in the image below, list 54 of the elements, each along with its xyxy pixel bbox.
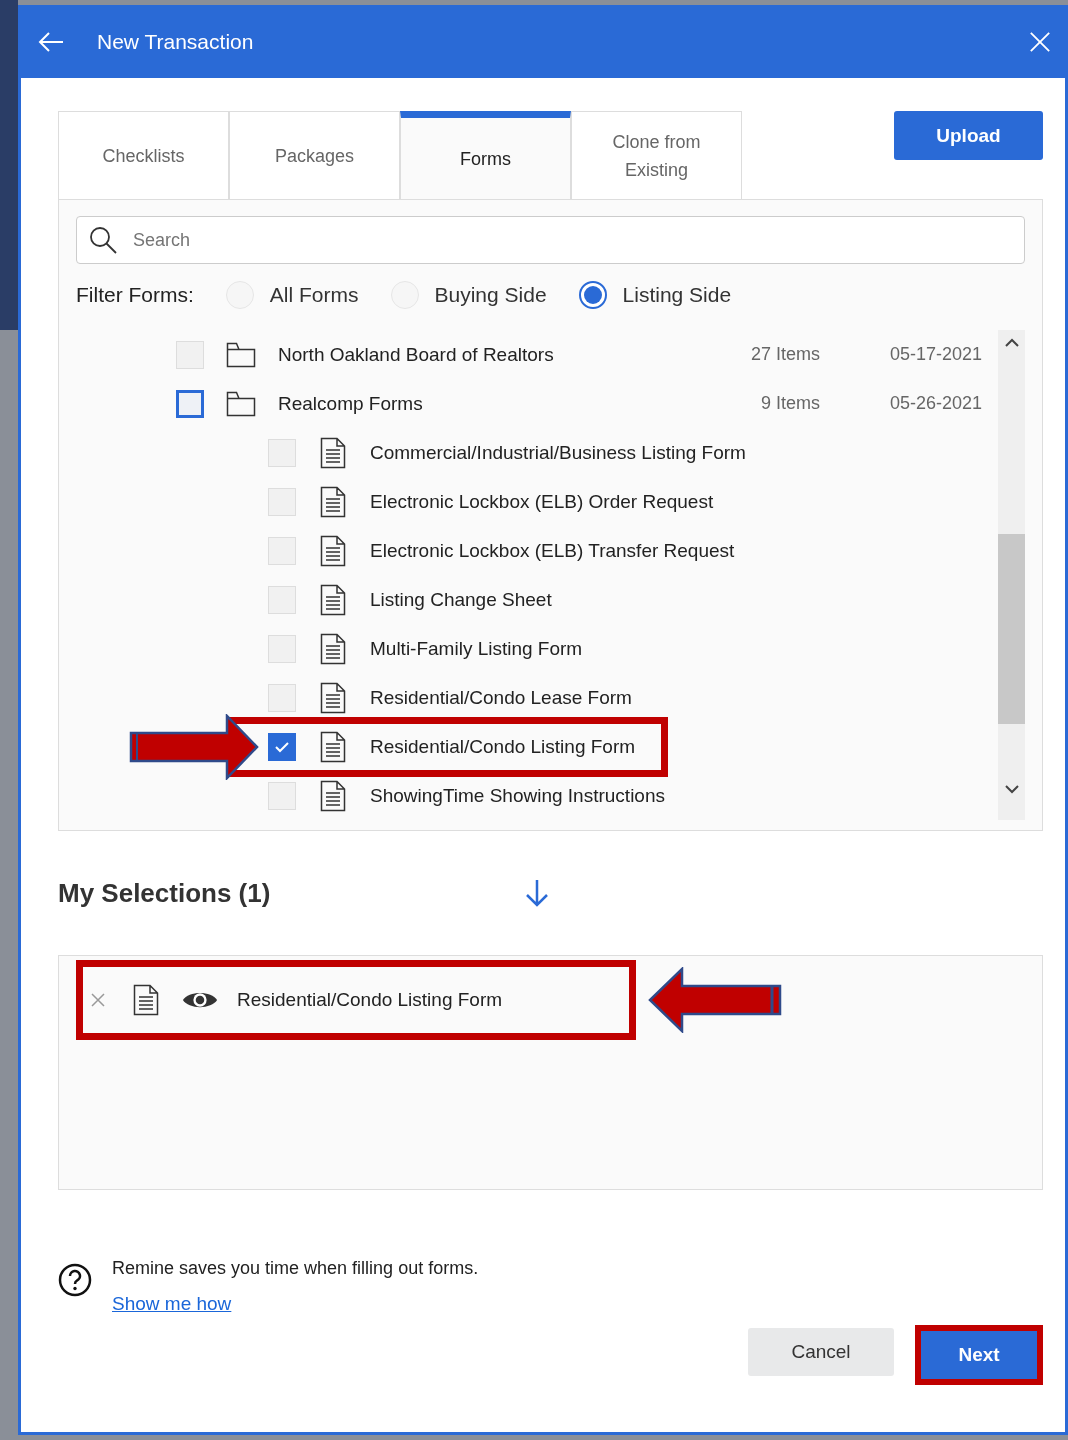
filter-label: Filter Forms: [76,283,194,307]
tab[interactable]: Checklists [58,111,229,200]
document-icon [320,779,346,812]
tab[interactable]: Clone from Existing [571,111,742,200]
form-name[interactable]: Electronic Lockbox (ELB) Order Request [370,490,714,513]
form-name[interactable]: Commercial/Industrial/Business Listing Form [370,441,746,464]
document-icon [320,632,346,665]
scrollbar[interactable] [998,330,1025,820]
dialog-title: New Transaction [97,29,254,54]
document-icon [320,485,346,518]
checkbox[interactable] [176,389,204,418]
selections-title: My Selections (1) [58,877,271,909]
folder-date: 05-26-2021 [888,393,983,414]
upload-button[interactable]: Upload [894,111,1043,160]
form-name[interactable]: Residential/Condo Listing Form [370,735,636,758]
folder-icon [226,390,256,417]
form-name[interactable]: Listing Change Sheet [370,588,552,611]
item-count: 9 Items [759,393,820,414]
search-icon [88,225,118,255]
help-icon [58,1263,92,1297]
scroll-down-icon[interactable] [1003,784,1020,794]
radio-label[interactable]: Buying Side [434,283,547,307]
selected-form-name: Residential/Condo Listing Form [237,989,503,1011]
radio-label[interactable]: All Forms [269,283,359,307]
form-name[interactable]: Residential/Condo Lease Form [370,686,632,709]
show-me-how-link[interactable]: Show me how [112,1293,479,1315]
document-icon [320,534,346,567]
document-icon [320,583,346,616]
tab[interactable]: Forms [400,111,571,200]
folder-name[interactable]: North Oakland Board of Realtors [278,343,554,366]
close-icon[interactable] [1029,30,1051,53]
search-field[interactable]: Search [76,216,1025,264]
help-text: Remine saves you time when filling out forms. [112,1258,479,1279]
down-arrow-icon[interactable] [524,878,551,908]
cancel-button[interactable]: Cancel [748,1328,894,1376]
form-name[interactable]: ShowingTime Showing Instructions [370,784,665,807]
folder-date: 05-17-2021 [888,344,983,365]
checkbox[interactable] [268,732,296,761]
radio-label[interactable]: Listing Side [622,283,732,307]
back-arrow-icon[interactable] [37,29,65,54]
scroll-up-icon[interactable] [1003,338,1020,348]
remove-icon[interactable] [91,993,105,1007]
folder-name[interactable]: Realcomp Forms [278,392,423,415]
item-count: 27 Items [749,344,820,365]
folder-icon [226,341,256,368]
next-button[interactable]: Next [921,1331,1037,1379]
document-icon [320,730,346,763]
document-icon [320,681,346,714]
form-name[interactable]: Multi-Family Listing Form [370,637,583,660]
document-icon [133,984,159,1016]
radio-button[interactable] [578,281,607,309]
form-name[interactable]: Electronic Lockbox (ELB) Transfer Request [370,539,735,562]
document-icon [320,436,346,469]
tab[interactable]: Packages [229,111,400,200]
